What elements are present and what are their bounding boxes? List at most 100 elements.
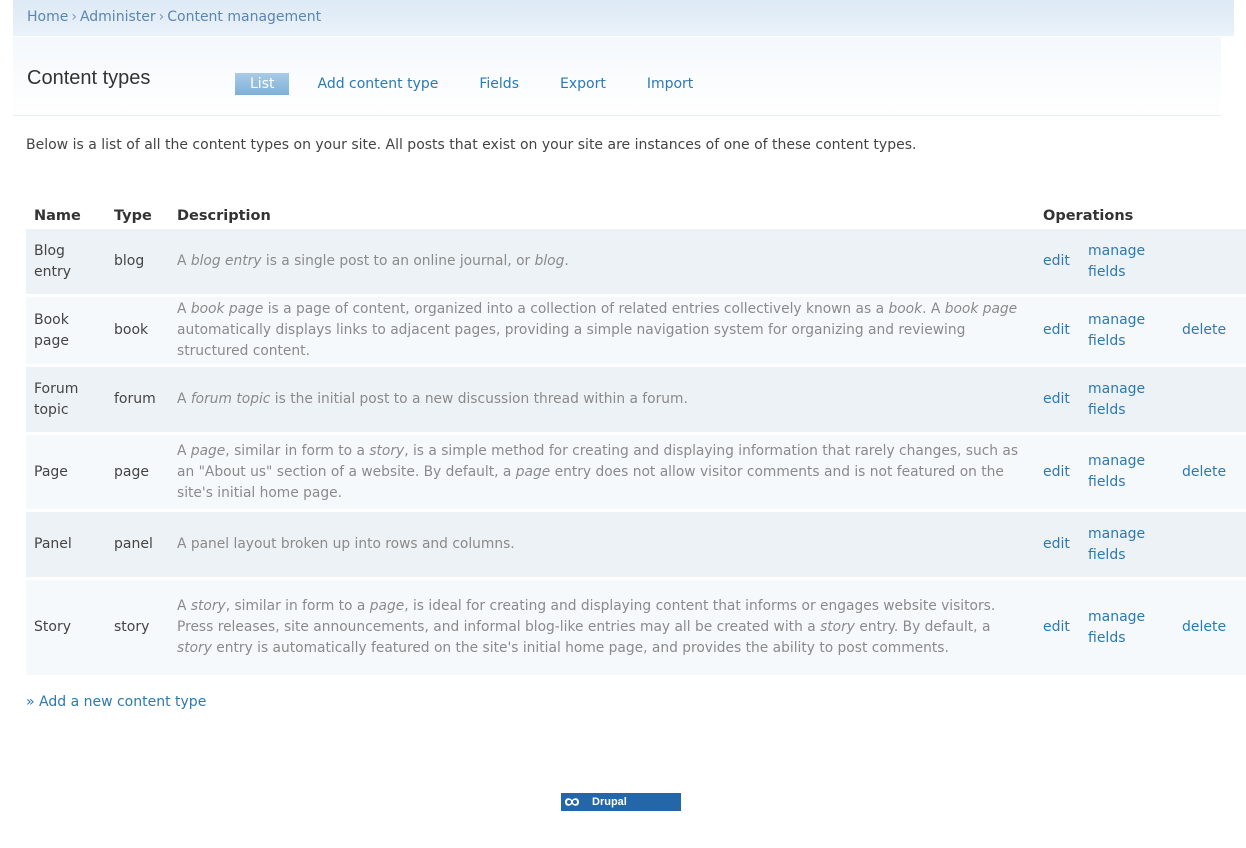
cell-manage-fields: manage fields <box>1080 580 1174 675</box>
cell-edit: edit <box>1035 367 1080 432</box>
cell-type: book <box>106 297 169 364</box>
edit-link[interactable]: edit <box>1043 536 1070 552</box>
table-header-row: Name Type Description Operations <box>26 202 1246 229</box>
name-line: topic <box>34 401 69 418</box>
table-body: Blog entry blog A blog entry is a single po… <box>26 229 1246 675</box>
manage-fields-line: manage <box>1088 242 1146 259</box>
description-emphasis: page <box>515 463 551 480</box>
drupal-badge[interactable]: Drupal <box>561 793 681 811</box>
description-text: automatically displays links to adjacent… <box>177 322 966 359</box>
manage-fields-line: fields <box>1088 401 1126 418</box>
description-emphasis: forum topic <box>190 391 271 407</box>
description-emphasis: book page <box>944 301 1018 317</box>
delete-link[interactable]: delete <box>1182 619 1226 635</box>
cell-edit: edit <box>1035 229 1080 294</box>
cell-edit: edit <box>1035 580 1080 675</box>
manage-fields-link[interactable]: manage fields <box>1088 310 1166 352</box>
table-row: Story story A story, similar in form to a … <box>26 580 1246 675</box>
name-line: Panel <box>34 536 72 552</box>
tab-add-content-type[interactable]: Add content type <box>317 73 438 95</box>
manage-fields-link[interactable]: manage fields <box>1088 379 1166 421</box>
add-content-type-link[interactable]: » Add a new content type <box>26 694 206 710</box>
tab-list[interactable]: List <box>235 73 290 95</box>
cell-description: A story, similar in form to a page, is i… <box>169 580 1035 675</box>
cell-description: A blog entry is a single post to an onli… <box>169 229 1035 294</box>
description-text: entry is automatically featured on the s… <box>211 640 949 656</box>
manage-fields-link[interactable]: manage fields <box>1088 607 1166 649</box>
page-title: Content types <box>27 67 151 89</box>
edit-link[interactable]: edit <box>1043 619 1070 635</box>
name-line: Page <box>34 463 68 480</box>
cell-delete: delete <box>1174 435 1246 509</box>
cell-type: blog <box>106 229 169 294</box>
description-text: . A <box>922 301 945 317</box>
edit-link[interactable]: edit <box>1043 464 1070 480</box>
description-emphasis: story <box>177 640 212 656</box>
content-types-table: Name Type Description Operations Blog ent… <box>26 202 1246 675</box>
delete-link[interactable]: delete <box>1182 464 1226 480</box>
tab-import[interactable]: Import <box>647 73 693 95</box>
description-text: is a single post to an online journal, o… <box>261 253 535 269</box>
tab-export[interactable]: Export <box>560 73 606 95</box>
manage-fields-line: fields <box>1088 546 1126 563</box>
name-line: Forum <box>34 380 79 397</box>
cell-description: A page, similar in form to a story, is a… <box>169 435 1035 509</box>
cell-name: Forum topic <box>26 367 106 432</box>
name-line: Story <box>34 619 71 635</box>
header-type: Type <box>114 207 152 224</box>
description-emphasis: book page <box>190 301 264 317</box>
cell-description: A panel layout broken up into rows and c… <box>169 512 1035 577</box>
description-text: A <box>177 598 191 614</box>
manage-fields-line: fields <box>1088 332 1126 349</box>
table-row: Panel panel A panel layout broken up into … <box>26 512 1246 577</box>
title-area: Content types List Add content type Fiel… <box>13 37 1221 116</box>
manage-fields-link[interactable]: manage fields <box>1088 524 1166 566</box>
cell-name: Book page <box>26 297 106 364</box>
breadcrumb-administer[interactable]: Administer <box>80 9 156 25</box>
name-line: Blog <box>34 242 65 259</box>
cell-manage-fields: manage fields <box>1080 297 1174 364</box>
intro-text: Below is a list of all the content types… <box>26 137 917 153</box>
breadcrumb-home[interactable]: Home <box>27 9 68 25</box>
cell-edit: edit <box>1035 435 1080 509</box>
cell-delete: delete <box>1174 580 1246 675</box>
description-text: , similar in form to a <box>225 442 370 459</box>
cell-type: story <box>106 580 169 675</box>
manage-fields-line: fields <box>1088 263 1126 280</box>
header-description: Description <box>177 207 271 224</box>
manage-fields-line: manage <box>1088 608 1146 625</box>
name-line: entry <box>34 263 72 280</box>
description-emphasis: story <box>820 619 855 635</box>
delete-link[interactable]: delete <box>1182 322 1226 338</box>
description-text: A panel layout broken up into rows and c… <box>177 536 515 552</box>
manage-fields-line: fields <box>1088 474 1126 490</box>
cell-type: panel <box>106 512 169 577</box>
edit-link[interactable]: edit <box>1043 391 1070 407</box>
breadcrumb: Home › Administer › Content management <box>13 0 1234 36</box>
description-emphasis: book <box>888 301 923 317</box>
description-emphasis: story <box>190 598 226 614</box>
cell-delete <box>1174 512 1246 577</box>
cell-edit: edit <box>1035 512 1080 577</box>
manage-fields-line: manage <box>1088 525 1146 542</box>
edit-link[interactable]: edit <box>1043 322 1070 338</box>
manage-fields-link[interactable]: manage fields <box>1088 451 1166 493</box>
cell-delete <box>1174 367 1246 432</box>
header-name: Name <box>34 207 81 224</box>
cell-name: Panel <box>26 512 106 577</box>
name-line: Book <box>34 311 69 328</box>
cell-manage-fields: manage fields <box>1080 435 1174 509</box>
description-text: A <box>177 442 191 459</box>
breadcrumb-separator: › <box>158 9 165 25</box>
description-text: A <box>177 391 191 407</box>
cell-edit: edit <box>1035 297 1080 364</box>
description-emphasis: blog entry <box>190 253 262 269</box>
tab-fields[interactable]: Fields <box>479 73 519 95</box>
manage-fields-link[interactable]: manage fields <box>1088 241 1166 283</box>
manage-fields-line: fields <box>1088 629 1126 646</box>
name-line: page <box>34 332 69 349</box>
tabs: List Add content type Fields Export Impo… <box>235 73 734 95</box>
cell-type: page <box>106 435 169 509</box>
breadcrumb-content-management[interactable]: Content management <box>167 9 321 25</box>
edit-link[interactable]: edit <box>1043 253 1070 269</box>
